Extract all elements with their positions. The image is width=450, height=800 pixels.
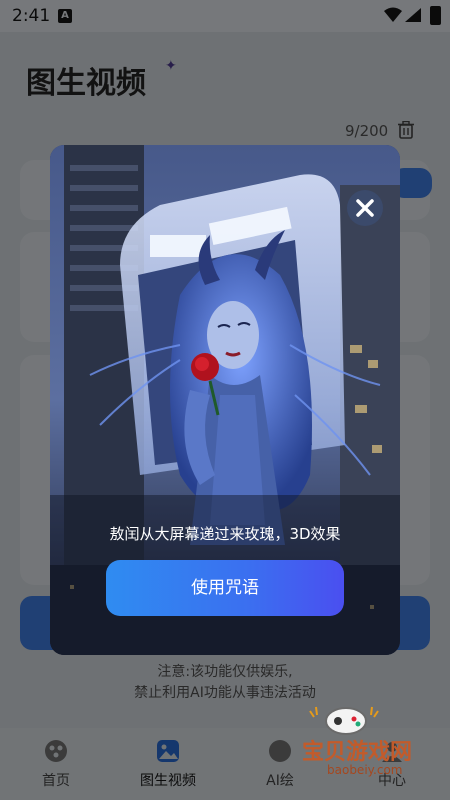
close-button[interactable] (347, 190, 383, 226)
close-icon (356, 199, 374, 217)
modal-prompt-text: 敖闰从大屏幕递过来玫瑰，3D效果 (109, 525, 341, 543)
watermark-url: baobeiy.com (327, 763, 403, 777)
watermark-text: 宝贝游戏网 (302, 740, 413, 765)
use-prompt-button[interactable]: 使用咒语 (106, 560, 344, 616)
